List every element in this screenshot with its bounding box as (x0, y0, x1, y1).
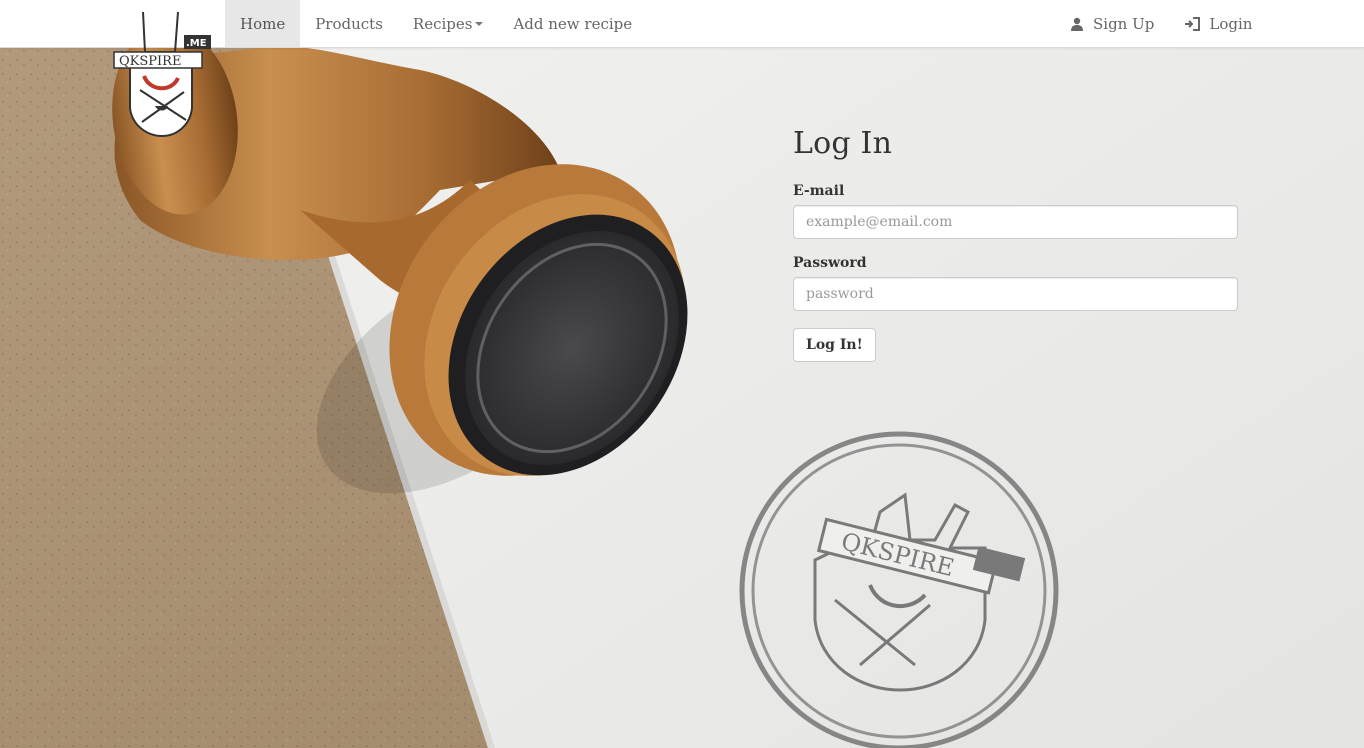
nav-sign-up[interactable]: Sign Up (1055, 0, 1169, 47)
nav-login[interactable]: Login (1169, 0, 1267, 47)
email-group: E-mail (793, 183, 1238, 239)
caret-down-icon (475, 21, 484, 26)
logo-text: QKSPIRE (119, 54, 181, 69)
password-group: Password (793, 255, 1238, 311)
main-nav: Home Products Recipes Add new recipe (225, 0, 647, 47)
auth-nav: Sign Up Login (1055, 0, 1267, 47)
sign-up-label: Sign Up (1093, 14, 1155, 33)
logo-suffix: .ME (186, 38, 207, 49)
nav-add-new-recipe[interactable]: Add new recipe (498, 0, 647, 47)
nav-recipes-label: Recipes (412, 14, 473, 33)
user-icon (1070, 17, 1084, 31)
log-in-icon (1184, 16, 1201, 31)
page-title: Log In (793, 126, 893, 161)
nav-home[interactable]: Home (225, 0, 301, 47)
apron-logo-icon: QKSPIRE .ME (113, 11, 211, 138)
login-label: Login (1209, 14, 1253, 33)
email-field[interactable] (793, 205, 1238, 239)
login-submit-button[interactable]: Log In! (793, 328, 876, 362)
nav-recipes-dropdown[interactable]: Recipes (398, 0, 499, 47)
nav-products[interactable]: Products (300, 0, 398, 47)
password-label: Password (793, 255, 867, 271)
site-logo[interactable]: QKSPIRE .ME (110, 8, 214, 140)
email-label: E-mail (793, 183, 845, 199)
login-panel: Log In E-mail Password Log In! (793, 126, 1238, 362)
password-field[interactable] (793, 277, 1238, 311)
